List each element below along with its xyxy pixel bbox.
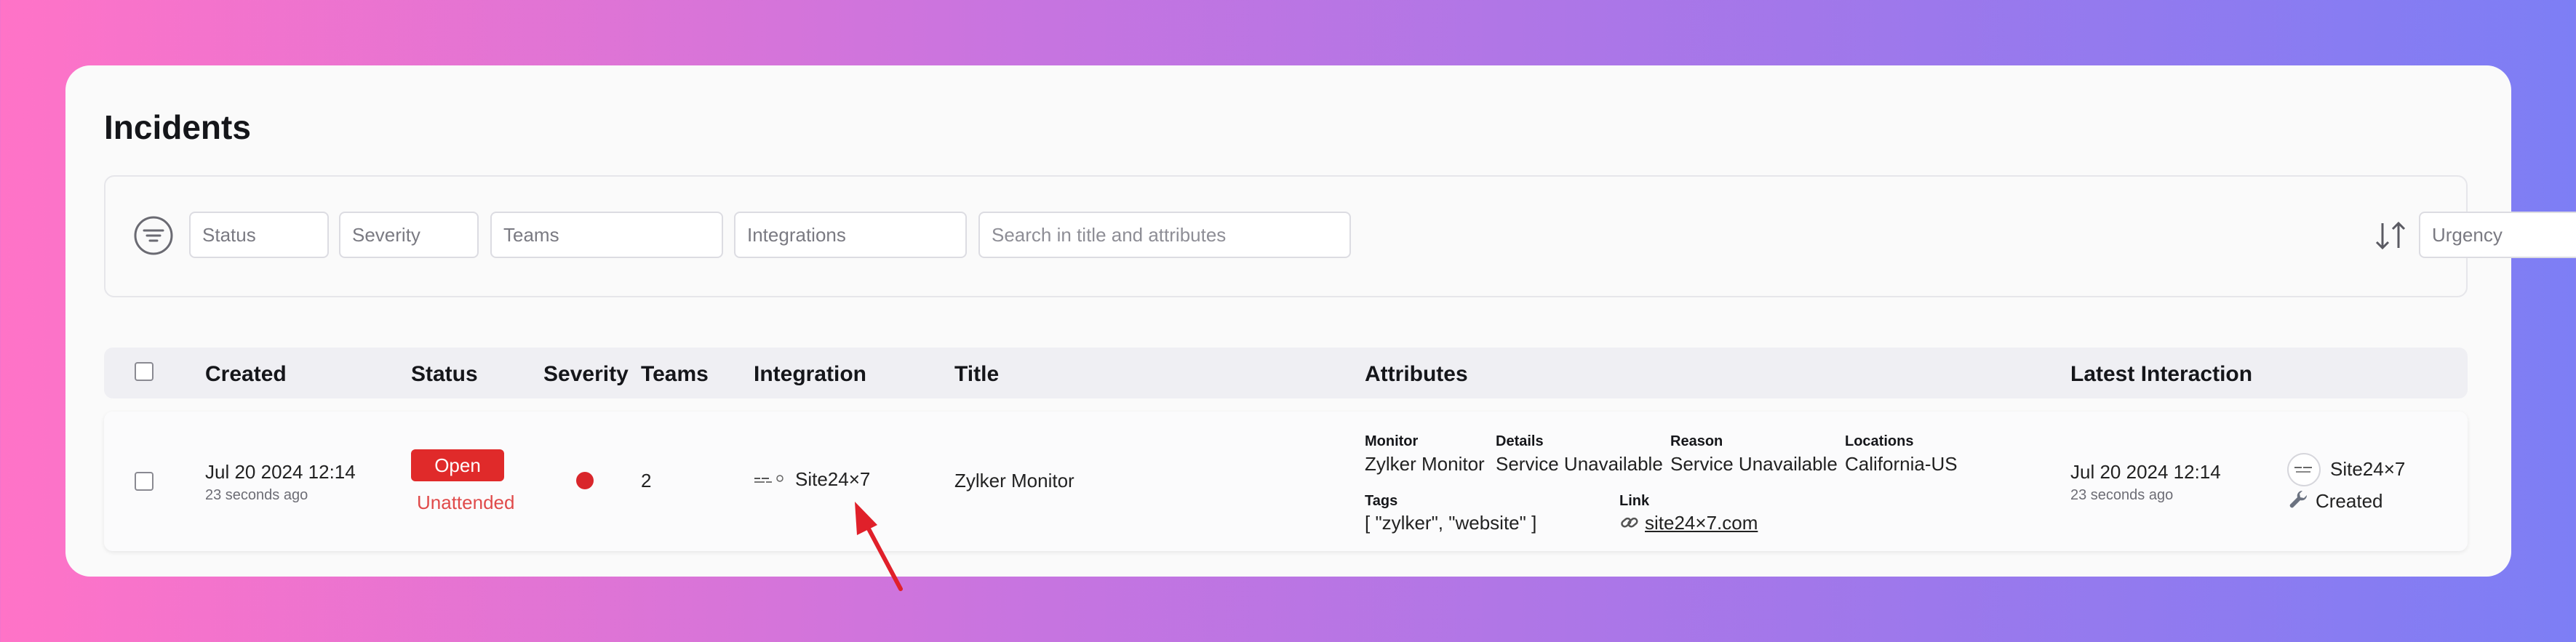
attr-details-value: Service Unavailable — [1496, 453, 1663, 475]
incident-title[interactable]: Zylker Monitor — [954, 470, 1074, 492]
attr-tags-value: [ "zylker", "website" ] — [1365, 512, 1537, 534]
attr-details-label: Details — [1496, 433, 1544, 449]
filter-bar: Status Severity Teams Integrations Searc… — [104, 175, 2576, 297]
attr-link-label: Link — [1619, 493, 1650, 509]
teams-filter-placeholder: Teams — [503, 223, 559, 246]
search-input[interactable]: Search in title and attributes — [978, 212, 1351, 258]
header-severity[interactable]: Severity — [543, 362, 629, 387]
attr-tags-label: Tags — [1365, 493, 1398, 509]
row-checkbox[interactable] — [135, 472, 153, 491]
urgency-filter[interactable]: Urgency — [2419, 212, 2576, 258]
link-icon — [1621, 517, 1638, 528]
attr-reason-value: Service Unavailable — [1670, 453, 1838, 475]
integration-name: Site24×7 — [795, 468, 871, 490]
wrench-icon — [2289, 490, 2308, 508]
table-row[interactable]: Jul 20 2024 12:14 23 seconds ago Open Un… — [104, 412, 2468, 551]
filter-icon[interactable] — [133, 215, 174, 256]
search-input-placeholder: Search in title and attributes — [992, 223, 1227, 246]
urgency-filter-placeholder: Urgency — [2432, 223, 2503, 246]
attr-monitor-value: Zylker Monitor — [1365, 453, 1485, 475]
page-title: Incidents — [104, 108, 251, 146]
integrations-filter-placeholder: Integrations — [747, 223, 846, 246]
latest-ago: 23 seconds ago — [2070, 487, 2174, 503]
attr-reason-label: Reason — [1670, 433, 1723, 449]
status-badge[interactable]: Open — [411, 449, 504, 481]
attr-monitor-label: Monitor — [1365, 433, 1419, 449]
integrations-filter[interactable]: Integrations — [734, 212, 967, 258]
latest-date: Jul 20 2024 12:14 — [2070, 461, 2221, 483]
site24x7-logo-icon — [754, 475, 783, 483]
attr-link-value[interactable]: site24×7.com — [1645, 512, 1758, 534]
header-teams[interactable]: Teams — [641, 362, 709, 387]
status-sub: Unattended — [417, 491, 515, 513]
status-filter-placeholder: Status — [202, 223, 256, 246]
header-status[interactable]: Status — [411, 362, 478, 387]
select-all-checkbox[interactable] — [135, 362, 153, 381]
header-title[interactable]: Title — [954, 362, 999, 387]
site24x7-avatar-icon — [2287, 453, 2321, 486]
annotation-arrow-icon — [855, 502, 903, 591]
latest-action: Created — [2316, 490, 2383, 512]
severity-indicator — [576, 472, 594, 489]
attr-locations-value: California-US — [1845, 453, 1958, 475]
teams-filter[interactable]: Teams — [490, 212, 723, 258]
header-integration[interactable]: Integration — [754, 362, 866, 387]
header-latest-interaction[interactable]: Latest Interaction — [2070, 362, 2252, 387]
status-filter[interactable]: Status — [189, 212, 329, 258]
severity-filter[interactable]: Severity — [339, 212, 479, 258]
header-created[interactable]: Created — [205, 362, 287, 387]
sort-icon[interactable] — [2374, 220, 2407, 251]
header-attributes[interactable]: Attributes — [1365, 362, 1468, 387]
created-date: Jul 20 2024 12:14 — [205, 461, 356, 483]
teams-count: 2 — [641, 470, 652, 491]
incidents-card: Incidents Status Severity Teams Integrat… — [65, 65, 2576, 577]
created-ago: 23 seconds ago — [205, 487, 308, 503]
table-header: Created Status Severity Teams Integratio… — [104, 348, 2468, 398]
latest-source: Site24×7 — [2330, 458, 2406, 480]
attr-locations-label: Locations — [1845, 433, 1914, 449]
severity-filter-placeholder: Severity — [352, 223, 420, 246]
